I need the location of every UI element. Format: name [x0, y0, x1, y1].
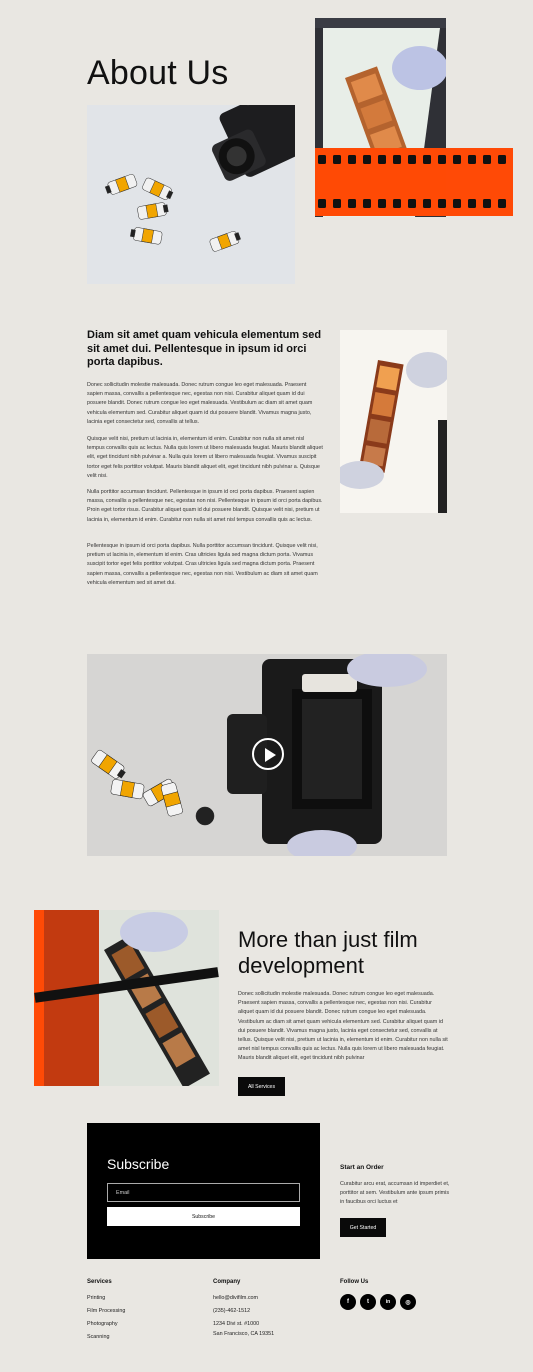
start-order-title: Start an Order: [340, 1164, 384, 1171]
services-paragraph: Donec sollicitudin molestie malesuada. D…: [238, 991, 448, 1062]
email-input[interactable]: [107, 1183, 300, 1202]
intro-paragraph-1: Donec sollicitudin molestie malesuada. D…: [87, 382, 313, 425]
footer-email-link[interactable]: hello@divifilm.com: [213, 1295, 258, 1301]
footer-link-film-processing[interactable]: Film Processing: [87, 1308, 125, 1314]
film-development-image: [34, 910, 219, 1086]
subscribe-button[interactable]: Subscribe: [107, 1207, 300, 1226]
footer-address-line2: San Francisco, CA 19351: [213, 1331, 275, 1337]
footer-phone: (235)-462-1512: [213, 1308, 251, 1314]
services-title: More than just film development: [238, 927, 418, 978]
side-image-film-strip-hands: [340, 330, 447, 513]
intro-paragraph-2: Quisque velit nisi, pretium ut lacinia i…: [87, 436, 323, 479]
footer-services-title: Services: [87, 1279, 112, 1285]
footer-link-printing[interactable]: Printing: [87, 1295, 105, 1301]
instagram-icon[interactable]: ◎: [400, 1294, 416, 1310]
intro-paragraph-3: Nulla porttitor accumsan tincidunt. Pell…: [87, 489, 323, 523]
play-icon[interactable]: [252, 738, 284, 770]
subscribe-title: Subscribe: [107, 1156, 170, 1172]
all-services-button[interactable]: All Services: [238, 1077, 285, 1096]
page-title: About Us: [87, 54, 229, 92]
intro-heading: Diam sit amet quam vehicula elementum se…: [87, 329, 322, 368]
facebook-icon[interactable]: f: [340, 1294, 356, 1310]
hero-image-camera-film-rolls: [87, 105, 295, 284]
footer-link-scanning[interactable]: Scanning: [87, 1334, 109, 1340]
footer-follow-title: Follow Us: [340, 1279, 369, 1285]
intro-paragraph-4: Pellentesque in ipsum id orci porta dapi…: [87, 543, 318, 586]
footer-company-title: Company: [213, 1279, 241, 1285]
film-strip-decoration: [315, 148, 513, 216]
footer-link-photography[interactable]: Photography: [87, 1321, 118, 1327]
linkedin-icon[interactable]: in: [380, 1294, 396, 1310]
twitter-icon[interactable]: t: [360, 1294, 376, 1310]
get-started-button[interactable]: Get Started: [340, 1218, 386, 1237]
footer-address-line1: 1234 Divi st. #1000: [213, 1321, 260, 1327]
start-order-text: Curabitur arcu erat, accumsan id imperdi…: [340, 1181, 450, 1206]
